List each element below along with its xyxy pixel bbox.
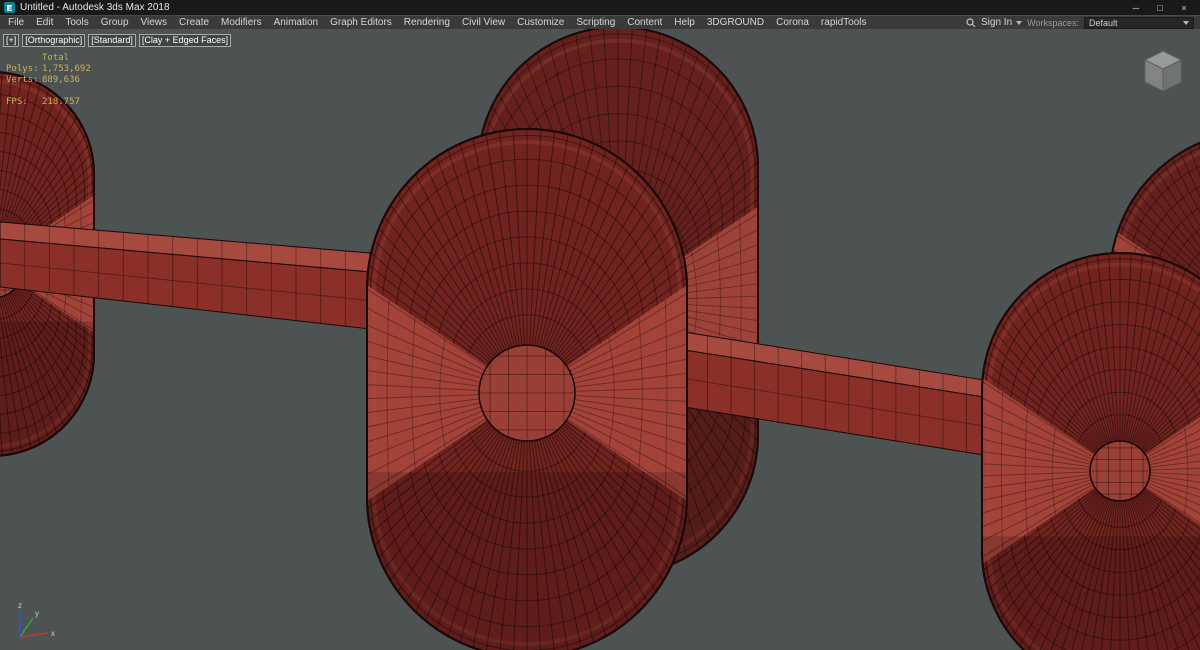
stats-verts-label: Verts: [6,75,39,85]
stats-total-header: Total [42,53,70,63]
chevron-down-icon [1016,20,1023,25]
viewport-canvas[interactable]: x y z [+] [Orthographic] [Standard] [Clay … [0,29,1200,650]
menu-items: File Edit Tools Group Views Create Modifiers An… [2,17,873,28]
menu-item-tools[interactable]: Tools [59,17,94,28]
window-title: Untitled - Autodesk 3ds Max 2018 [20,2,170,13]
axis-label-y: y [35,609,39,618]
3d-scene: x y z [0,29,1200,650]
menu-item-rendering[interactable]: Rendering [398,17,456,28]
menu-item-rapidtools[interactable]: rapidTools [815,17,873,28]
stats-verts-value: 889,636 [42,75,80,85]
stats-polys-value: 1,753,692 [42,64,91,74]
menu-item-3dground[interactable]: 3DGROUND [701,17,770,28]
stats-fps-label: FPS: [6,97,28,107]
title-bar: Untitled - Autodesk 3ds Max 2018 ─ □ × [0,0,1200,15]
menu-item-customize[interactable]: Customize [511,17,570,28]
menu-item-corona[interactable]: Corona [770,17,815,28]
menu-item-modifiers[interactable]: Modifiers [215,17,268,28]
menu-item-file[interactable]: File [2,17,30,28]
menu-item-create[interactable]: Create [173,17,215,28]
wheel-mesh[interactable] [981,252,1200,650]
menu-item-graph-editors[interactable]: Graph Editors [324,17,398,28]
wheel-mesh[interactable] [366,128,688,650]
menu-item-animation[interactable]: Animation [268,17,324,28]
menu-item-views[interactable]: Views [135,17,174,28]
viewport-menu-general[interactable]: [+] [3,34,20,47]
viewport-menu-render-setting[interactable]: [Standard] [88,34,136,47]
viewport-label-bar: [+] [Orthographic] [Standard] [Clay + Ed… [3,34,232,47]
axis-label-x: x [51,629,55,638]
maximize-button[interactable]: □ [1148,3,1172,13]
stats-polys-label: Polys: [6,64,39,74]
menu-item-scripting[interactable]: Scripting [570,17,621,28]
viewport-menu-pov[interactable]: [Orthographic] [22,34,86,47]
menu-item-content[interactable]: Content [621,17,668,28]
menubar-right: Sign In Workspaces: Default [966,16,1198,29]
minimize-button[interactable]: ─ [1124,3,1148,13]
axis-label-z: z [18,601,22,610]
menu-item-group[interactable]: Group [95,17,135,28]
viewcube[interactable] [1143,50,1183,92]
search-icon[interactable] [966,17,976,28]
viewport-menu-shading[interactable]: [Clay + Edged Faces] [138,34,232,47]
stats-fps-value: 218.757 [42,97,80,107]
workspaces-label: Workspaces: [1027,17,1079,28]
workspace-dropdown[interactable]: Default [1084,16,1194,29]
statistics-overlay: Total Polys: 1,753,692 Verts: 889,636 FPS:… [6,53,91,108]
menu-item-civil-view[interactable]: Civil View [456,17,511,28]
menu-bar: File Edit Tools Group Views Create Modifiers An… [0,15,1200,29]
menu-item-edit[interactable]: Edit [30,17,59,28]
workspace-value: Default [1089,17,1118,28]
close-button[interactable]: × [1172,3,1196,13]
3dsmax-logo-icon [4,2,15,13]
sign-in-button[interactable]: Sign In [981,17,1023,28]
sign-in-label: Sign In [981,17,1013,28]
chevron-down-icon [1183,20,1189,25]
menu-item-help[interactable]: Help [668,17,701,28]
